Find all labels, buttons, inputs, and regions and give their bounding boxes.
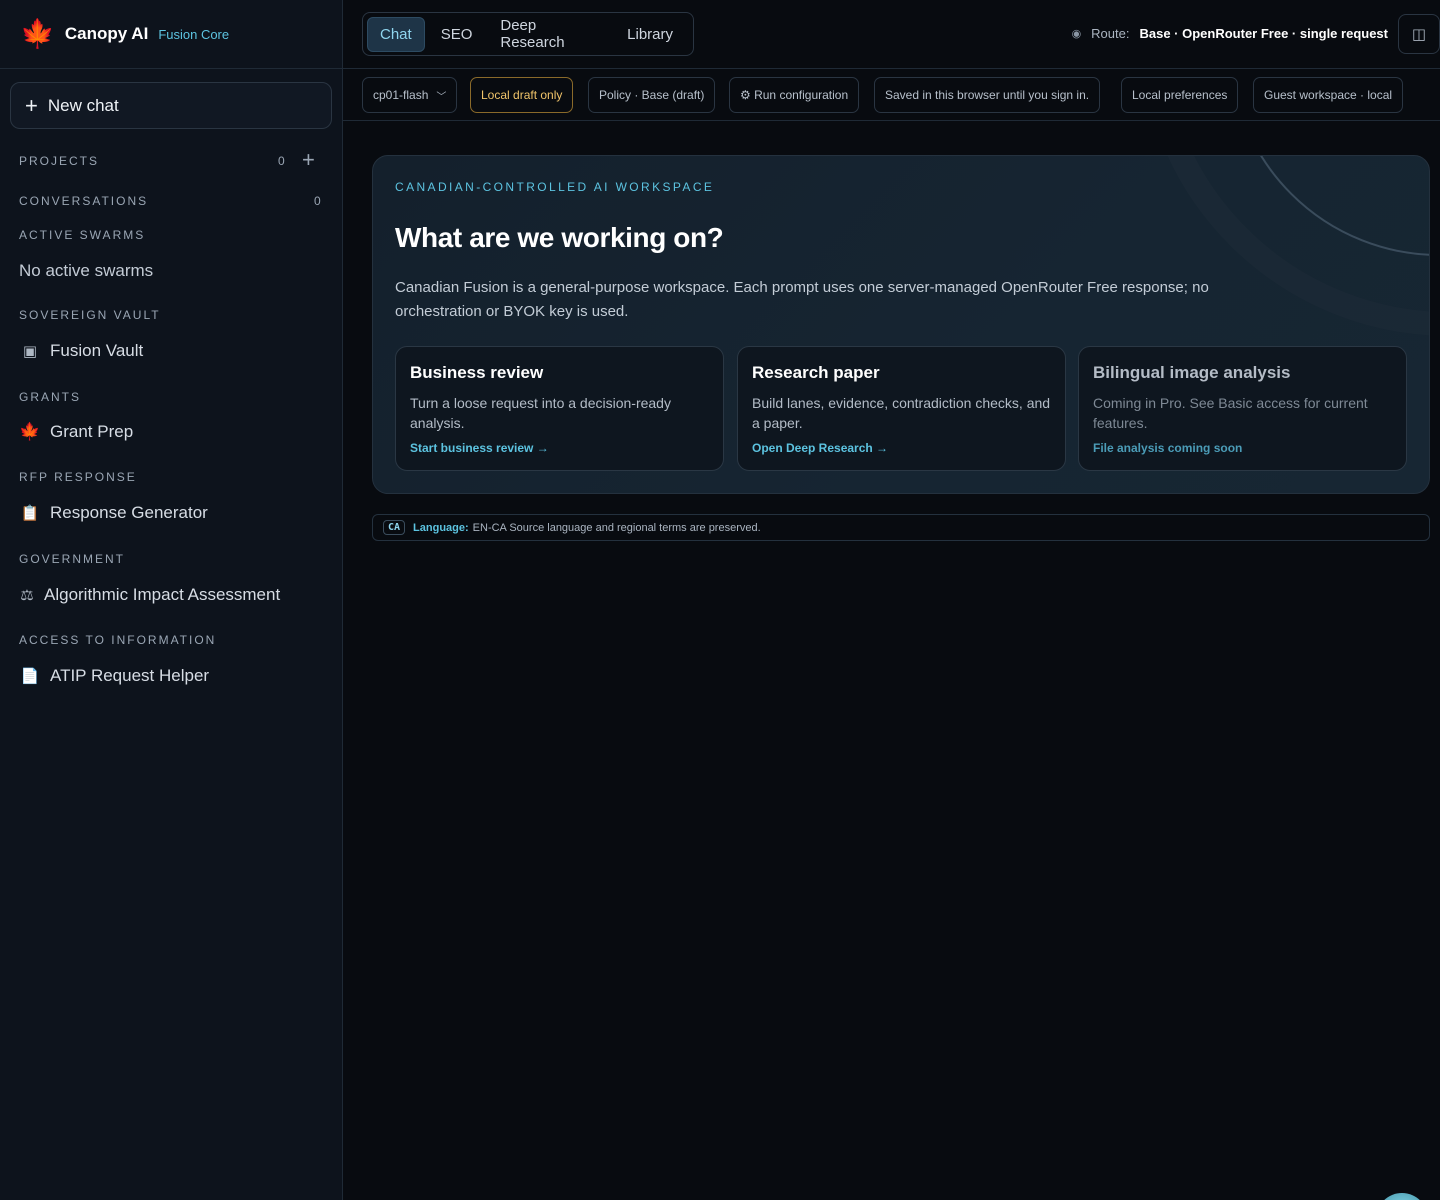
route-indicator: ◉ Route: Base · OpenRouter Free · single… xyxy=(1072,26,1388,41)
chip-bar: cp01-flash ﹀ Local draft only Policy · B… xyxy=(343,69,1440,121)
clipboard-icon: 📋 xyxy=(20,505,40,522)
toggle-panel-button[interactable]: ◫ xyxy=(1398,14,1440,54)
access-to-information-label: ACCESS TO INFORMATION xyxy=(19,633,217,647)
chevron-down-icon: ﹀ xyxy=(436,91,447,103)
vault-icon: ▣ xyxy=(22,343,38,360)
conversations-count: 0 xyxy=(314,194,321,208)
sidebar-item-label: Grant Prep xyxy=(50,422,134,441)
tab-chat[interactable]: Chat xyxy=(367,16,425,52)
document-icon: 📄 xyxy=(20,668,40,685)
tab-library[interactable]: Library xyxy=(615,18,685,51)
start-business-review-link[interactable]: Start business review → xyxy=(410,441,549,455)
file-analysis-coming-soon: File analysis coming soon xyxy=(1093,441,1243,455)
sidebar-item-label: Algorithmic Impact Assessment xyxy=(44,585,281,604)
hero-eyebrow: CANADIAN-CONTROLLED AI WORKSPACE xyxy=(395,180,715,194)
card-title: Business review xyxy=(410,363,544,382)
assistant-orb-icon[interactable] xyxy=(1376,1193,1428,1200)
rfp-response-label: RFP RESPONSE xyxy=(19,470,137,484)
status-dot-icon: ◉ xyxy=(1071,28,1082,40)
add-project-icon[interactable]: + xyxy=(302,148,315,172)
sidebar-item-fusion-vault[interactable]: ▣ Fusion Vault xyxy=(19,341,143,361)
main-tabs: Chat SEO Deep Research Library xyxy=(362,12,694,56)
language-badge: CA xyxy=(383,520,406,535)
research-paper-card[interactable]: Research paper Build lanes, evidence, co… xyxy=(737,346,1066,471)
page-title: What are we working on? xyxy=(395,222,724,253)
grants-label: GRANTS xyxy=(19,390,82,404)
sidebar-item-label: ATIP Request Helper xyxy=(50,666,210,685)
sidebar-item-grant-prep[interactable]: 🍁 Grant Prep xyxy=(19,422,133,442)
no-active-swarms: No active swarms xyxy=(19,261,154,280)
sidebar-item-label: Fusion Vault xyxy=(50,341,144,360)
sidebar-item-atip-request-helper[interactable]: 📄 ATIP Request Helper xyxy=(19,666,209,686)
business-review-card[interactable]: Business review Turn a loose request int… xyxy=(395,346,724,471)
local-preferences-chip[interactable]: Local preferences xyxy=(1121,77,1239,113)
new-chat-button[interactable]: + New chat xyxy=(10,82,332,129)
route-value: Base · OpenRouter Free · single request xyxy=(1139,26,1388,41)
brand-header: 🍁 Canopy AI Fusion Core xyxy=(0,0,342,69)
government-label: GOVERNMENT xyxy=(19,552,126,566)
language-label: Language: xyxy=(413,521,469,534)
run-configuration-button[interactable]: ⚙ Run configuration xyxy=(729,77,860,113)
route-label: Route: xyxy=(1091,26,1130,41)
card-title: Research paper xyxy=(752,363,880,382)
guest-workspace-chip[interactable]: Guest workspace · local xyxy=(1253,77,1404,113)
card-description: Coming in Pro. See Basic access for curr… xyxy=(1093,395,1368,431)
projects-label: PROJECTS xyxy=(19,154,100,168)
sidebar: 🍁 Canopy AI Fusion Core + New chat PROJE… xyxy=(0,0,343,1200)
language-bar: CA Language: EN-CA Source language and r… xyxy=(372,514,1430,541)
card-description: Build lanes, evidence, contradiction che… xyxy=(752,395,1051,431)
saved-status-chip[interactable]: Saved in this browser until you sign in. xyxy=(874,77,1101,113)
bilingual-image-analysis-card: Bilingual image analysis Coming in Pro. … xyxy=(1078,346,1407,471)
maple-leaf-icon: 🍁 xyxy=(20,18,55,49)
projects-count: 0 xyxy=(278,154,285,168)
sovereign-vault-label: SOVEREIGN VAULT xyxy=(19,308,161,322)
sidebar-item-label: Response Generator xyxy=(50,503,208,522)
sidebar-item-response-generator[interactable]: 📋 Response Generator xyxy=(19,503,208,523)
new-chat-label: New chat xyxy=(47,95,119,115)
model-select[interactable]: cp01-flash ﹀ xyxy=(362,77,458,113)
sidebar-item-algorithmic-impact-assessment[interactable]: ⚖ Algorithmic Impact Assessment xyxy=(19,585,280,605)
plus-icon: + xyxy=(25,92,38,118)
welcome-panel: CANADIAN-CONTROLLED AI WORKSPACE What ar… xyxy=(372,155,1430,494)
model-select-value: cp01-flash xyxy=(373,88,429,102)
top-bar: Chat SEO Deep Research Library ◉ Route: … xyxy=(343,0,1440,69)
panel-icon: ◫ xyxy=(1411,26,1427,43)
card-title: Bilingual image analysis xyxy=(1093,363,1291,382)
policy-chip[interactable]: Policy · Base (draft) xyxy=(588,77,716,113)
hero-description: Canadian Fusion is a general-purpose wor… xyxy=(395,279,1209,320)
open-deep-research-link[interactable]: Open Deep Research → xyxy=(752,441,888,455)
brand-name: Canopy AI xyxy=(64,24,149,43)
card-description: Turn a loose request into a decision-rea… xyxy=(410,395,671,431)
scales-icon: ⚖ xyxy=(20,587,34,604)
local-draft-badge[interactable]: Local draft only xyxy=(470,77,574,113)
maple-leaf-icon: 🍁 xyxy=(19,422,41,441)
conversations-label[interactable]: CONVERSATIONS xyxy=(19,194,148,208)
active-swarms-label: ACTIVE SWARMS xyxy=(19,228,146,242)
tab-deep-research[interactable]: Deep Research xyxy=(488,9,611,59)
brand-subtitle: Fusion Core xyxy=(158,26,230,42)
tab-seo[interactable]: SEO xyxy=(429,18,485,51)
language-text: EN-CA Source language and regional terms… xyxy=(472,521,761,534)
